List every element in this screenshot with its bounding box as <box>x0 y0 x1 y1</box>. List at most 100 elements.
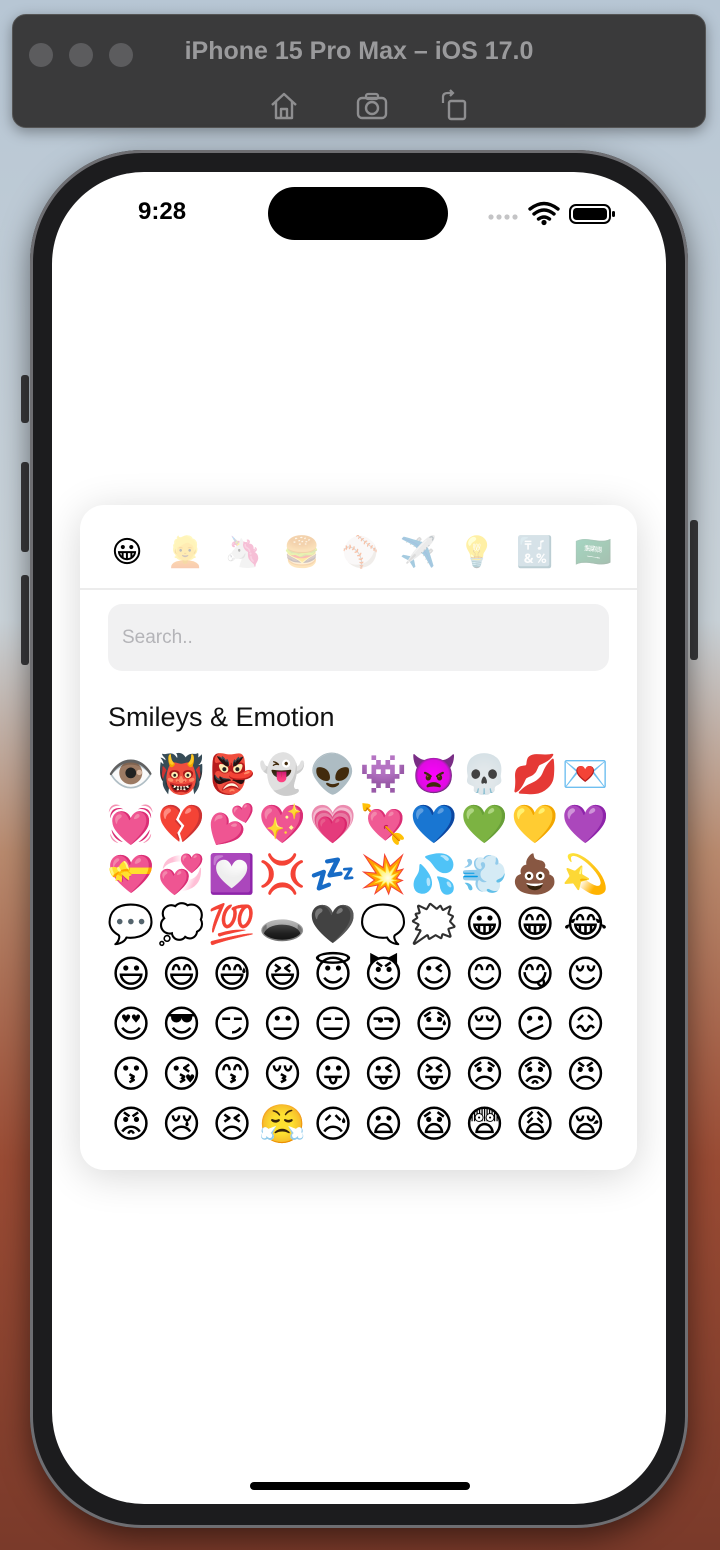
emoji-cell[interactable]: 💫 <box>561 849 611 899</box>
emoji-cell[interactable]: 😂 <box>561 899 611 949</box>
action-button <box>21 375 29 423</box>
emoji-cell[interactable]: 😋 <box>510 949 560 999</box>
emoji-cell[interactable]: 💨 <box>460 849 510 899</box>
emoji-cell[interactable]: 💌 <box>561 749 611 799</box>
emoji-cell[interactable]: 💓 <box>106 799 156 849</box>
emoji-cell[interactable]: 💦 <box>409 849 459 899</box>
emoji-cell[interactable]: 💞 <box>157 849 207 899</box>
emoji-cell[interactable]: 😞 <box>460 1049 510 1099</box>
category-tab-symbols[interactable]: 🔣 <box>515 533 555 573</box>
emoji-cell[interactable]: 🗨️ <box>359 899 409 949</box>
emoji-cell[interactable]: 😐 <box>258 999 308 1049</box>
emoji-cell[interactable]: 😧 <box>409 1099 459 1149</box>
emoji-cell[interactable]: 😥 <box>308 1099 358 1149</box>
emoji-cell[interactable]: 😉 <box>409 949 459 999</box>
emoji-cell[interactable]: 😀 <box>460 899 510 949</box>
emoji-cell[interactable]: 😤 <box>258 1099 308 1149</box>
emoji-cell[interactable]: 💯 <box>207 899 257 949</box>
emoji-cell[interactable]: 😏 <box>207 999 257 1049</box>
emoji-cell[interactable]: 💘 <box>359 799 409 849</box>
category-tab-activities[interactable]: ⚾ <box>340 533 380 573</box>
emoji-cell[interactable]: 😠 <box>561 1049 611 1099</box>
emoji-cell[interactable]: 💩 <box>510 849 560 899</box>
emoji-cell[interactable]: 💔 <box>157 799 207 849</box>
emoji-cell[interactable]: 😟 <box>510 1049 560 1099</box>
category-tab-travel[interactable]: ✈️ <box>399 533 439 573</box>
emoji-cell[interactable]: 😈 <box>359 949 409 999</box>
rotate-icon[interactable] <box>437 89 471 123</box>
category-tab-smileys[interactable]: 😀 <box>107 533 147 573</box>
emoji-cell[interactable]: 💛 <box>510 799 560 849</box>
emoji-cell[interactable]: 💙 <box>409 799 459 849</box>
emoji-cell[interactable]: 😩 <box>510 1099 560 1149</box>
emoji-cell[interactable]: 💢 <box>258 849 308 899</box>
category-tab-animals[interactable]: 🦄 <box>224 533 264 573</box>
emoji-cell[interactable]: 😙 <box>207 1049 257 1099</box>
emoji-cell[interactable]: 😪 <box>561 1099 611 1149</box>
emoji-cell[interactable]: 😎 <box>157 999 207 1049</box>
emoji-cell[interactable]: 💖 <box>258 799 308 849</box>
emoji-cell[interactable]: 💕 <box>207 799 257 849</box>
emoji-cell[interactable]: 😣 <box>207 1099 257 1149</box>
search-input[interactable] <box>108 604 609 671</box>
emoji-cell[interactable]: 😦 <box>359 1099 409 1149</box>
emoji-cell[interactable]: 😗 <box>106 1049 156 1099</box>
emoji-cell[interactable]: 😓 <box>409 999 459 1049</box>
category-tab-objects[interactable]: 💡 <box>457 533 497 573</box>
emoji-cell[interactable]: 😝 <box>409 1049 459 1099</box>
emoji-cell[interactable]: 😃 <box>106 949 156 999</box>
category-tab-flags[interactable]: 🇸🇦 <box>573 533 613 573</box>
emoji-cell[interactable]: 😁 <box>510 899 560 949</box>
emoji-cell[interactable]: 👾 <box>359 749 409 799</box>
status-icons <box>488 201 615 226</box>
category-tab-food[interactable]: 🍔 <box>282 533 322 573</box>
emoji-cell[interactable]: 🗯️ <box>409 899 459 949</box>
home-indicator[interactable] <box>250 1482 470 1490</box>
emoji-cell[interactable]: 😡 <box>106 1099 156 1149</box>
emoji-cell[interactable]: 💚 <box>460 799 510 849</box>
emoji-cell[interactable]: 👽 <box>308 749 358 799</box>
section-title: Smileys & Emotion <box>108 702 335 732</box>
emoji-cell[interactable]: 💀 <box>460 749 510 799</box>
emoji-cell[interactable]: 😖 <box>561 999 611 1049</box>
emoji-cell[interactable]: 👹 <box>157 749 207 799</box>
cellular-signal-icon <box>488 214 518 220</box>
emoji-cell[interactable]: 😘 <box>157 1049 207 1099</box>
emoji-cell[interactable]: 😕 <box>510 999 560 1049</box>
emoji-cell[interactable]: 💥 <box>359 849 409 899</box>
wifi-icon <box>528 201 560 221</box>
emoji-cell[interactable]: 👻 <box>258 749 308 799</box>
emoji-cell[interactable]: 😊 <box>460 949 510 999</box>
emoji-cell[interactable]: 😚 <box>258 1049 308 1099</box>
emoji-cell[interactable]: 🖤 <box>308 899 358 949</box>
emoji-cell[interactable]: 😆 <box>258 949 308 999</box>
emoji-cell[interactable]: 😨 <box>460 1099 510 1149</box>
emoji-cell[interactable]: 😑 <box>308 999 358 1049</box>
emoji-cell[interactable]: 😒 <box>359 999 409 1049</box>
emoji-cell[interactable]: 😍 <box>106 999 156 1049</box>
emoji-cell[interactable]: 😢 <box>157 1099 207 1149</box>
emoji-cell[interactable]: 👁️ <box>106 749 156 799</box>
emoji-cell[interactable]: 😔 <box>460 999 510 1049</box>
emoji-cell[interactable]: 👿 <box>409 749 459 799</box>
emoji-cell[interactable]: 😇 <box>308 949 358 999</box>
emoji-cell[interactable]: 😅 <box>207 949 257 999</box>
screenshot-icon[interactable] <box>355 89 389 123</box>
emoji-cell[interactable]: 💭 <box>157 899 207 949</box>
emoji-cell[interactable]: 👺 <box>207 749 257 799</box>
emoji-cell[interactable]: 😄 <box>157 949 207 999</box>
emoji-cell[interactable]: 💝 <box>106 849 156 899</box>
emoji-cell[interactable]: 💜 <box>561 799 611 849</box>
emoji-cell[interactable]: 💋 <box>510 749 560 799</box>
battery-icon <box>569 204 615 224</box>
category-tab-people[interactable]: 👱 <box>165 533 205 573</box>
emoji-cell[interactable]: 💗 <box>308 799 358 849</box>
emoji-cell[interactable]: 💟 <box>207 849 257 899</box>
emoji-cell[interactable]: 😌 <box>561 949 611 999</box>
emoji-cell[interactable]: 💬 <box>106 899 156 949</box>
emoji-cell[interactable]: 💤 <box>308 849 358 899</box>
emoji-cell[interactable]: 🕳️ <box>258 899 308 949</box>
emoji-cell[interactable]: 😜 <box>359 1049 409 1099</box>
home-icon[interactable] <box>267 89 301 123</box>
emoji-cell[interactable]: 😛 <box>308 1049 358 1099</box>
